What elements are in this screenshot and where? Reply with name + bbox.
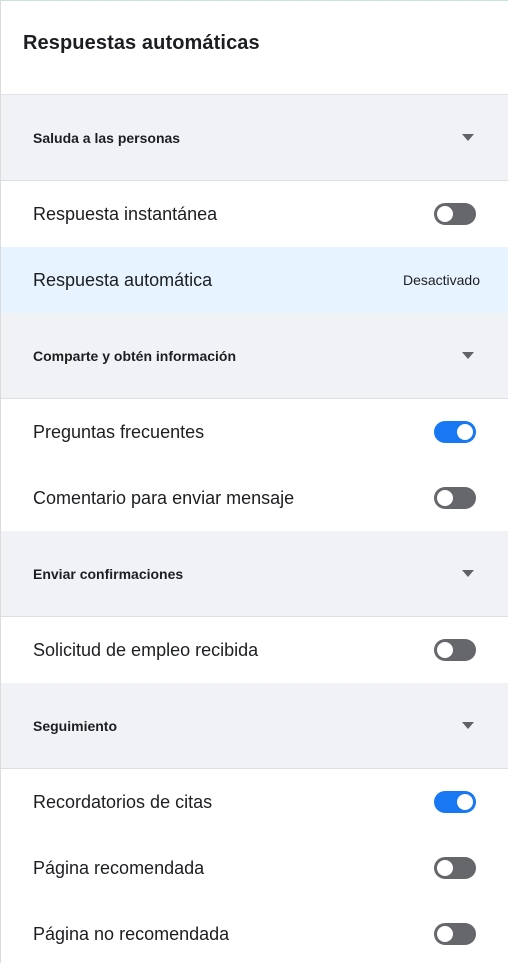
row-label: Comentario para enviar mensaje	[33, 487, 295, 508]
section-header-follow-up[interactable]: Seguimiento	[1, 683, 508, 769]
page-title: Respuestas automáticas	[23, 32, 260, 54]
toggle-knob	[437, 926, 453, 942]
faq-toggle[interactable]	[434, 421, 476, 443]
section-label: Saluda a las personas	[33, 129, 181, 146]
row-label: Solicitud de empleo recibida	[33, 639, 259, 660]
toggle-knob	[437, 490, 453, 506]
toggle-knob	[457, 794, 473, 810]
toggle-knob	[437, 860, 453, 876]
row-comment-to-message[interactable]: Comentario para enviar mensaje	[1, 465, 508, 531]
automatic-responses-panel: Respuestas automáticas Saluda a las pers…	[0, 0, 508, 963]
row-page-recommended[interactable]: Página recomendada	[1, 835, 508, 901]
section-header-share-info[interactable]: Comparte y obtén información	[1, 313, 508, 399]
row-instant-reply[interactable]: Respuesta instantánea	[1, 181, 508, 247]
panel-header: Respuestas automáticas	[1, 1, 508, 95]
page-not-recommended-toggle[interactable]	[434, 923, 476, 945]
appointment-reminders-toggle[interactable]	[434, 791, 476, 813]
row-label: Preguntas frecuentes	[33, 421, 205, 442]
row-label: Recordatorios de citas	[33, 791, 213, 812]
toggle-knob	[457, 424, 473, 440]
section-header-greet-people[interactable]: Saluda a las personas	[1, 95, 508, 181]
caret-down-icon	[462, 722, 474, 729]
page-recommended-toggle[interactable]	[434, 857, 476, 879]
instant-reply-toggle[interactable]	[434, 203, 476, 225]
row-job-application-received[interactable]: Solicitud de empleo recibida	[1, 617, 508, 683]
row-label: Página recomendada	[33, 857, 205, 878]
section-label: Seguimiento	[33, 717, 118, 734]
caret-down-icon	[462, 352, 474, 359]
toggle-knob	[437, 642, 453, 658]
row-label: Respuesta automática	[33, 269, 213, 290]
row-appointment-reminders[interactable]: Recordatorios de citas	[1, 769, 508, 835]
section-label: Enviar confirmaciones	[33, 565, 184, 582]
section-label: Comparte y obtén información	[33, 347, 237, 364]
section-header-send-confirmations[interactable]: Enviar confirmaciones	[1, 531, 508, 617]
job-application-toggle[interactable]	[434, 639, 476, 661]
row-automatic-reply[interactable]: Respuesta automática Desactivado	[1, 247, 508, 313]
row-label: Respuesta instantánea	[33, 203, 218, 224]
row-faq[interactable]: Preguntas frecuentes	[1, 399, 508, 465]
caret-down-icon	[462, 134, 474, 141]
comment-to-message-toggle[interactable]	[434, 487, 476, 509]
row-page-not-recommended[interactable]: Página no recomendada	[1, 901, 508, 963]
status-text: Desactivado	[402, 272, 480, 288]
caret-down-icon	[462, 570, 474, 577]
row-label: Página no recomendada	[33, 923, 230, 944]
toggle-knob	[437, 206, 453, 222]
